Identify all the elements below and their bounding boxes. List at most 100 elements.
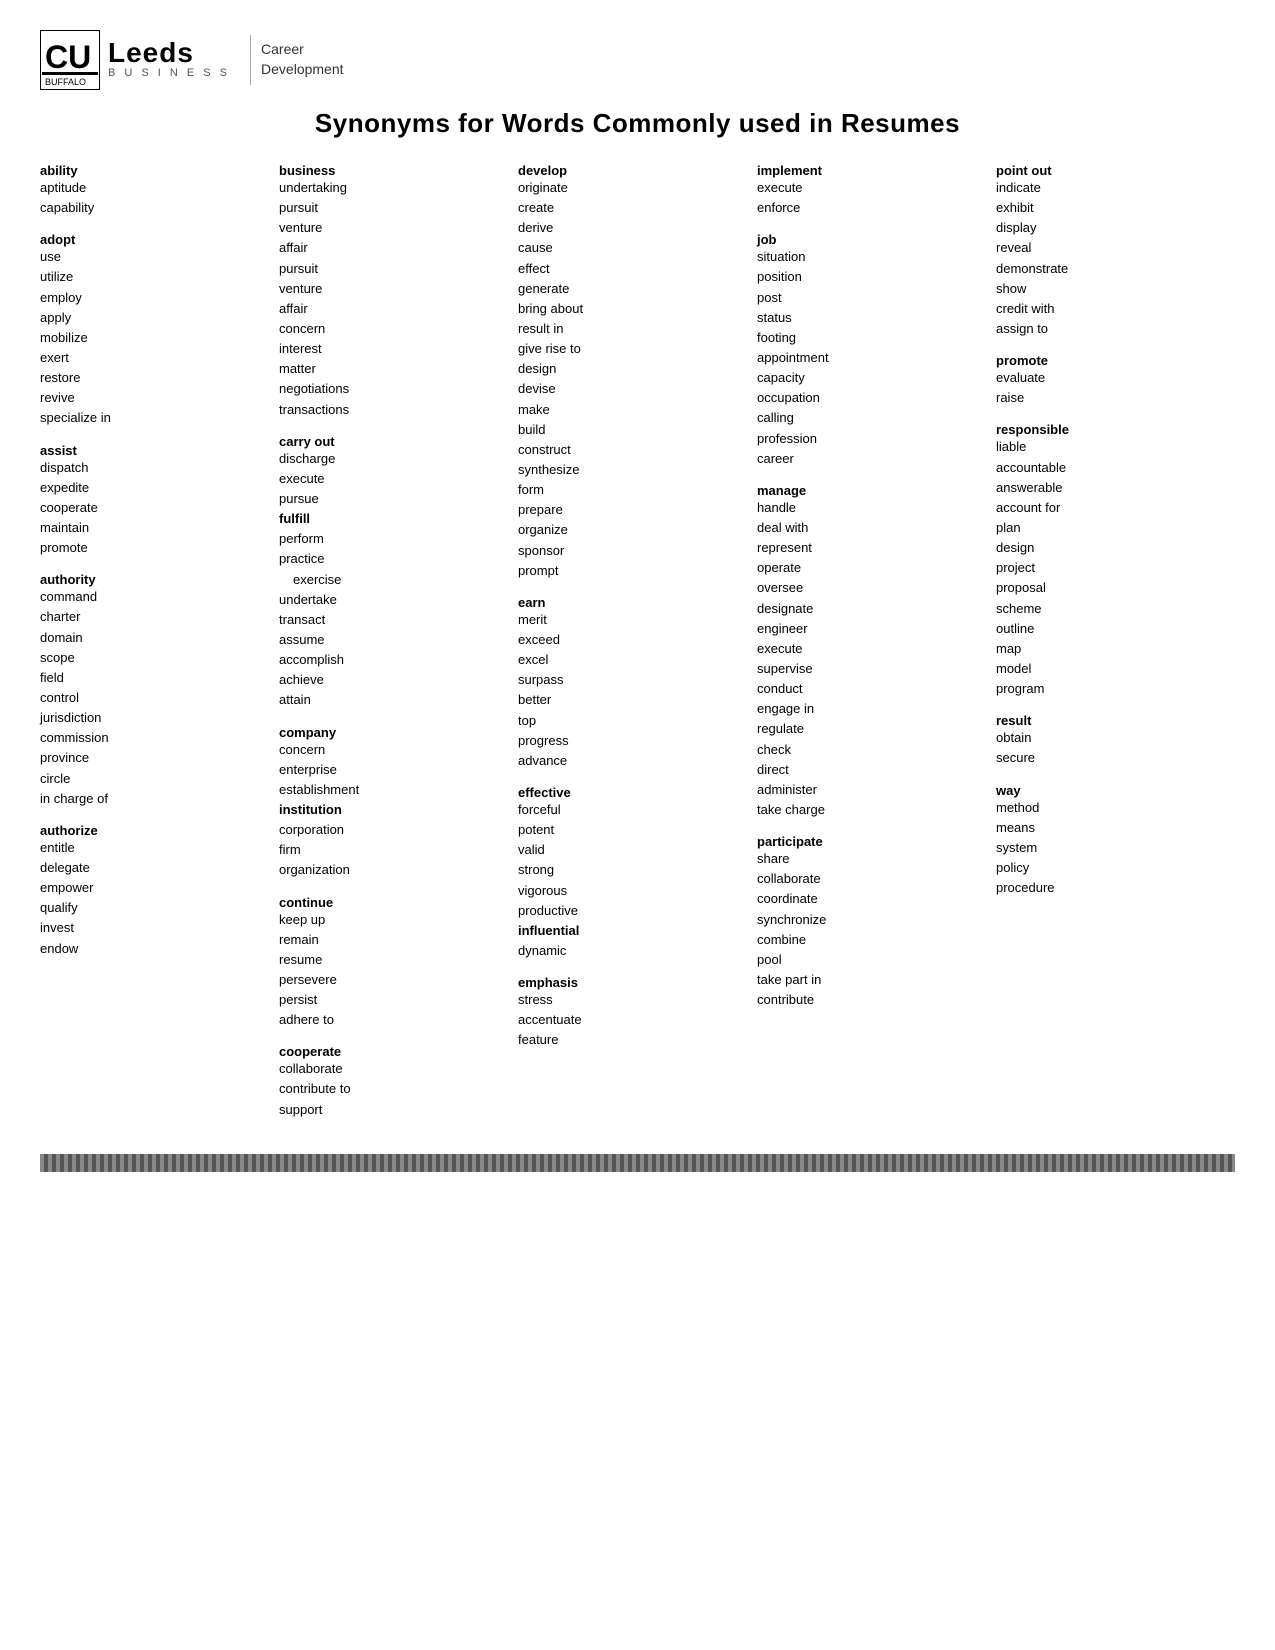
group-job: job situation position post status footi… [757, 232, 986, 469]
logo-leeds-text: Leeds [108, 39, 230, 67]
synonym-excel: excel [518, 650, 747, 670]
synonym-map: map [996, 639, 1225, 659]
header-continue: continue [279, 895, 333, 910]
header-cooperate: cooperate [279, 1044, 341, 1059]
synonym-interest: interest [279, 339, 508, 359]
synonym-administer: administer [757, 780, 986, 800]
header-implement: implement [757, 163, 822, 178]
column-2: business undertaking pursuit venture aff… [279, 163, 518, 1134]
synonym-resume: resume [279, 950, 508, 970]
synonym-accountable: accountable [996, 458, 1225, 478]
group-assist: assist dispatch expedite cooperate maint… [40, 443, 269, 559]
synonym-employ: employ [40, 288, 269, 308]
synonym-transact: transact [279, 610, 508, 630]
synonym-fulfill: fulfill [279, 509, 508, 529]
synonym-scheme: scheme [996, 599, 1225, 619]
synonym-show: show [996, 279, 1225, 299]
synonym-scope: scope [40, 648, 269, 668]
synonym-in-charge-of: in charge of [40, 789, 269, 809]
synonym-practice: practice [279, 549, 508, 569]
synonym-profession: profession [757, 429, 986, 449]
synonym-status: status [757, 308, 986, 328]
synonym-expedite: expedite [40, 478, 269, 498]
synonym-province: province [40, 748, 269, 768]
synonym-enforce: enforce [757, 198, 986, 218]
header-develop: develop [518, 163, 567, 178]
synonym-policy: policy [996, 858, 1225, 878]
synonym-transactions: transactions [279, 400, 508, 420]
synonym-matter: matter [279, 359, 508, 379]
synonym-demonstrate: demonstrate [996, 259, 1225, 279]
career-label: Career [261, 40, 344, 60]
synonym-credit-with: credit with [996, 299, 1225, 319]
synonym-build: build [518, 420, 747, 440]
synonym-prepare: prepare [518, 500, 747, 520]
synonym-use: use [40, 247, 269, 267]
synonym-design: design [518, 359, 747, 379]
synonym-achieve: achieve [279, 670, 508, 690]
synonym-check: check [757, 740, 986, 760]
synonym-synthesize: synthesize [518, 460, 747, 480]
synonym-assign-to: assign to [996, 319, 1225, 339]
column-1: ability aptitude capability adopt use ut… [40, 163, 279, 973]
synonym-result-in: result in [518, 319, 747, 339]
header-responsible: responsible [996, 422, 1069, 437]
synonym-maintain: maintain [40, 518, 269, 538]
header-carry-out: carry out [279, 434, 335, 449]
synonym-concern: concern [279, 319, 508, 339]
columns-container: ability aptitude capability adopt use ut… [40, 163, 1235, 1134]
synonym-concern2: concern [279, 740, 508, 760]
synonym-derive: derive [518, 218, 747, 238]
synonym-top: top [518, 711, 747, 731]
synonym-deal-with: deal with [757, 518, 986, 538]
synonym-operate: operate [757, 558, 986, 578]
university-logo-icon: CU BUFFALO [40, 30, 100, 90]
synonym-venture: venture [279, 218, 508, 238]
synonym-vigorous: vigorous [518, 881, 747, 901]
header-participate: participate [757, 834, 823, 849]
synonym-venture2: venture [279, 279, 508, 299]
synonym-pool: pool [757, 950, 986, 970]
synonym-entitle: entitle [40, 838, 269, 858]
synonym-share: share [757, 849, 986, 869]
logo-divider [250, 35, 251, 85]
synonym-engineer: engineer [757, 619, 986, 639]
synonym-enterprise: enterprise [279, 760, 508, 780]
synonym-means: means [996, 818, 1225, 838]
header-business: business [279, 163, 335, 178]
header-company: company [279, 725, 336, 740]
synonym-institution: institution [279, 800, 508, 820]
synonym-assume: assume [279, 630, 508, 650]
synonym-prompt: prompt [518, 561, 747, 581]
synonym-perform: perform [279, 529, 508, 549]
synonym-productive: productive [518, 901, 747, 921]
group-responsible: responsible liable accountable answerabl… [996, 422, 1225, 699]
synonym-organize: organize [518, 520, 747, 540]
header-adopt: adopt [40, 232, 75, 247]
synonym-program: program [996, 679, 1225, 699]
synonym-accomplish: accomplish [279, 650, 508, 670]
synonym-situation: situation [757, 247, 986, 267]
synonym-model: model [996, 659, 1225, 679]
synonym-contribute-to: contribute to [279, 1079, 508, 1099]
synonym-control: control [40, 688, 269, 708]
synonym-exceed: exceed [518, 630, 747, 650]
synonym-position: position [757, 267, 986, 287]
synonym-charter: charter [40, 607, 269, 627]
synonym-synchronize: synchronize [757, 910, 986, 930]
header: CU BUFFALO Leeds B U S I N E S S Career … [40, 30, 1235, 90]
synonym-collaborate: collaborate [279, 1059, 508, 1079]
synonym-capability: capability [40, 198, 269, 218]
page: CU BUFFALO Leeds B U S I N E S S Career … [0, 0, 1275, 1192]
group-adopt: adopt use utilize employ apply mobilize … [40, 232, 269, 428]
logo-box: CU BUFFALO Leeds B U S I N E S S [40, 30, 230, 90]
logo-business-text: B U S I N E S S [108, 67, 230, 80]
header-authorize: authorize [40, 823, 98, 838]
synonym-specialize-in: specialize in [40, 408, 269, 428]
synonym-calling: calling [757, 408, 986, 428]
synonym-establishment: establishment [279, 780, 508, 800]
header-manage: manage [757, 483, 806, 498]
group-ability: ability aptitude capability [40, 163, 269, 218]
synonym-domain: domain [40, 628, 269, 648]
group-participate: participate share collaborate coordinate… [757, 834, 986, 1010]
